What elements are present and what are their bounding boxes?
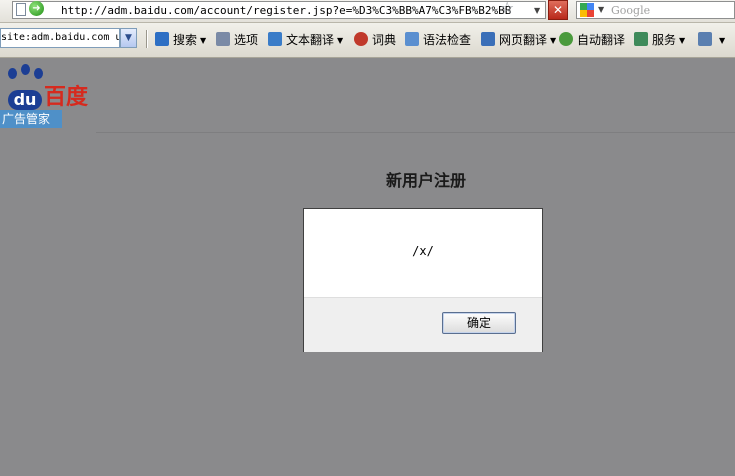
paw-toe xyxy=(21,64,30,75)
ok-button[interactable]: 确定 xyxy=(442,312,516,334)
google-icon[interactable] xyxy=(580,3,594,17)
dialog-message: /x/ xyxy=(412,244,434,258)
toolbar-options-label: 选项 xyxy=(234,33,259,47)
dialog-footer: 确定 xyxy=(304,297,542,352)
search-engine-dropdown-icon[interactable]: ▼ xyxy=(598,3,604,17)
translation-toolbar: site:adm.baidu.com us ▼ 搜索 ▼ 选项 文本翻译 ▼ 词典 … xyxy=(0,23,735,58)
toolbar-text-translate-label: 文本翻译 xyxy=(286,33,335,47)
toolbar-auto-translate-label: 自动翻译 xyxy=(577,33,626,47)
toolbar-search-button[interactable]: 搜索 ▼ xyxy=(155,32,206,48)
go-icon[interactable]: ➜ xyxy=(29,1,44,16)
bookmark-star-icon[interactable]: ☆ xyxy=(500,0,514,17)
logo-subtitle: 广告管家 xyxy=(0,110,62,128)
url-text[interactable]: http://adm.baidu.com/account/register.js… xyxy=(61,3,511,18)
text-translate-icon xyxy=(268,32,282,46)
toolbar-dictionary-label: 词典 xyxy=(372,33,397,47)
dictionary-icon xyxy=(354,32,368,46)
chevron-down-icon[interactable]: ▼ xyxy=(337,36,343,45)
search-icon xyxy=(155,32,169,46)
toolbar-grammar-check-label: 语法检查 xyxy=(423,33,472,47)
logo-name: 百度 xyxy=(44,84,89,110)
alert-dialog: /x/ 确定 xyxy=(303,208,543,352)
page-icon xyxy=(16,3,26,16)
url-history-dropdown-icon[interactable]: ▼ xyxy=(534,4,540,18)
toolbar-extra-button[interactable]: ▼ xyxy=(698,32,725,48)
chevron-down-icon[interactable]: ▼ xyxy=(200,36,206,45)
tools-icon xyxy=(698,32,712,46)
navigation-bar: http://adm.baidu.com/account/register.js… xyxy=(0,0,735,23)
toolbar-dictionary-button[interactable]: 词典 xyxy=(354,32,396,48)
toolbar-page-translate-button[interactable]: 网页翻译 ▼ xyxy=(481,32,556,48)
toolbar-services-button[interactable]: 服务 ▼ xyxy=(634,32,685,48)
toolbar-separator xyxy=(146,30,148,48)
search-input[interactable]: Google xyxy=(611,3,650,18)
toolbar-page-translate-label: 网页翻译 xyxy=(499,33,548,47)
options-icon xyxy=(216,32,230,46)
chevron-down-icon[interactable]: ▼ xyxy=(550,36,556,45)
toolbar-auto-translate-button[interactable]: 自动翻译 xyxy=(559,32,625,48)
paw-toe xyxy=(34,68,43,79)
page-title: 新用户注册 xyxy=(386,171,467,190)
grammar-check-icon xyxy=(405,32,419,46)
chevron-down-icon[interactable]: ▼ xyxy=(679,36,685,45)
stop-button[interactable]: ✕ xyxy=(548,0,568,20)
site-search-combo[interactable]: site:adm.baidu.com us xyxy=(0,28,120,48)
baidu-logo[interactable]: du 百度 广告管家 xyxy=(0,62,100,130)
site-search-dropdown-button[interactable]: ▼ xyxy=(120,28,137,48)
toolbar-search-label: 搜索 xyxy=(173,33,198,47)
toolbar-grammar-check-button[interactable]: 语法检查 xyxy=(405,32,471,48)
url-bar[interactable]: http://adm.baidu.com/account/register.js… xyxy=(12,1,546,19)
chevron-down-icon[interactable]: ▼ xyxy=(719,36,725,45)
search-box[interactable]: ▼ Google xyxy=(576,1,735,19)
site-search-value[interactable]: site:adm.baidu.com us xyxy=(1,31,119,45)
dialog-body: /x/ xyxy=(304,209,542,297)
paw-toe xyxy=(8,68,17,79)
auto-translate-icon xyxy=(559,32,573,46)
toolbar-services-label: 服务 xyxy=(652,33,677,47)
services-icon xyxy=(634,32,648,46)
toolbar-text-translate-button[interactable]: 文本翻译 ▼ xyxy=(268,32,343,48)
page-translate-icon xyxy=(481,32,495,46)
logo-du: du xyxy=(8,90,42,110)
header-divider xyxy=(96,132,735,133)
toolbar-options-button[interactable]: 选项 xyxy=(216,32,258,48)
